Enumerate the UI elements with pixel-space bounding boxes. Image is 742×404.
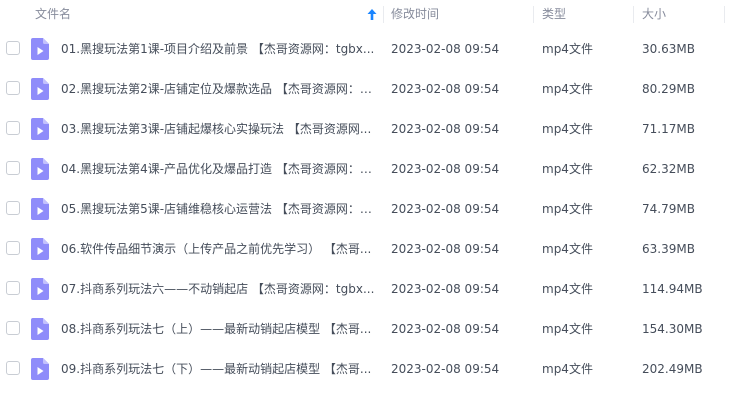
file-modified-time: 2023-02-08 09:54 xyxy=(391,202,500,216)
arrow-up-icon[interactable] xyxy=(367,9,377,20)
file-name[interactable]: 07.抖商系列玩法六——不动销起店 【杰哥资源网：tgbx... xyxy=(61,269,375,309)
file-type: mp4文件 xyxy=(542,202,593,216)
table-row[interactable]: 02.黑搜玩法第2课-店铺定位及爆款选品 【杰哥资源网：t... 2023-02-… xyxy=(0,69,742,109)
row-checkbox[interactable] xyxy=(6,121,20,135)
file-modified-time: 2023-02-08 09:54 xyxy=(391,162,500,176)
file-name[interactable]: 08.抖商系列玩法七（上）——最新动销起店模型 【杰哥... xyxy=(61,309,375,349)
file-name[interactable]: 02.黑搜玩法第2课-店铺定位及爆款选品 【杰哥资源网：t... xyxy=(61,69,375,109)
file-type: mp4文件 xyxy=(542,242,593,256)
row-checkbox[interactable] xyxy=(6,281,20,295)
file-type: mp4文件 xyxy=(542,322,593,336)
file-modified-time: 2023-02-08 09:54 xyxy=(391,282,500,296)
file-size: 74.79MB xyxy=(642,202,695,216)
file-type: mp4文件 xyxy=(542,282,593,296)
video-file-icon xyxy=(31,318,49,340)
row-checkbox[interactable] xyxy=(6,41,20,55)
video-file-icon xyxy=(31,198,49,220)
column-header-size[interactable]: 大小 xyxy=(642,0,666,29)
file-type: mp4文件 xyxy=(542,122,593,136)
row-checkbox[interactable] xyxy=(6,161,20,175)
column-divider[interactable] xyxy=(383,6,384,23)
file-name[interactable]: 09.抖商系列玩法七（下）——最新动销起店模型 【杰哥... xyxy=(61,349,375,389)
file-name[interactable]: 03.黑搜玩法第3课-店铺起爆核心实操玩法 【杰哥资源网... xyxy=(61,109,375,149)
file-modified-time: 2023-02-08 09:54 xyxy=(391,82,500,96)
file-modified-time: 2023-02-08 09:54 xyxy=(391,242,500,256)
row-checkbox[interactable] xyxy=(6,241,20,255)
row-checkbox[interactable] xyxy=(6,361,20,375)
file-modified-time: 2023-02-08 09:54 xyxy=(391,42,500,56)
file-size: 154.30MB xyxy=(642,322,703,336)
file-type: mp4文件 xyxy=(542,82,593,96)
row-checkbox[interactable] xyxy=(6,321,20,335)
column-divider[interactable] xyxy=(533,6,534,23)
column-header-name[interactable]: 文件名 xyxy=(35,0,71,29)
file-size: 62.32MB xyxy=(642,162,695,176)
column-header-modified[interactable]: 修改时间 xyxy=(391,0,439,29)
file-size: 30.63MB xyxy=(642,42,695,56)
file-name[interactable]: 01.黑搜玩法第1课-项目介绍及前景 【杰哥资源网：tgbx... xyxy=(61,29,375,69)
file-list-header: 文件名 修改时间 类型 大小 xyxy=(0,0,742,29)
file-size: 114.94MB xyxy=(642,282,703,296)
table-row[interactable]: 07.抖商系列玩法六——不动销起店 【杰哥资源网：tgbx... 2023-02-… xyxy=(0,269,742,309)
table-row[interactable]: 09.抖商系列玩法七（下）——最新动销起店模型 【杰哥... 2023-02-08… xyxy=(0,349,742,389)
video-file-icon xyxy=(31,158,49,180)
file-name[interactable]: 04.黑搜玩法第4课-产品优化及爆品打造 【杰哥资源网：t... xyxy=(61,149,375,189)
table-row[interactable]: 01.黑搜玩法第1课-项目介绍及前景 【杰哥资源网：tgbx... 2023-02… xyxy=(0,29,742,69)
video-file-icon xyxy=(31,118,49,140)
column-divider[interactable] xyxy=(724,6,725,23)
file-size: 71.17MB xyxy=(642,122,695,136)
file-size: 63.39MB xyxy=(642,242,695,256)
table-row[interactable]: 03.黑搜玩法第3课-店铺起爆核心实操玩法 【杰哥资源网... 2023-02-0… xyxy=(0,109,742,149)
table-row[interactable]: 04.黑搜玩法第4课-产品优化及爆品打造 【杰哥资源网：t... 2023-02-… xyxy=(0,149,742,189)
file-modified-time: 2023-02-08 09:54 xyxy=(391,122,500,136)
file-name[interactable]: 06.软件传品细节演示（上传产品之前优先学习） 【杰哥... xyxy=(61,229,375,269)
file-type: mp4文件 xyxy=(542,162,593,176)
video-file-icon xyxy=(31,38,49,60)
video-file-icon xyxy=(31,78,49,100)
video-file-icon xyxy=(31,358,49,380)
file-modified-time: 2023-02-08 09:54 xyxy=(391,362,500,376)
column-divider[interactable] xyxy=(633,6,634,23)
file-size: 80.29MB xyxy=(642,82,695,96)
table-row[interactable]: 05.黑搜玩法第5课-店铺维稳核心运营法 【杰哥资源网：t... 2023-02-… xyxy=(0,189,742,229)
table-row[interactable]: 06.软件传品细节演示（上传产品之前优先学习） 【杰哥... 2023-02-08… xyxy=(0,229,742,269)
file-size: 202.49MB xyxy=(642,362,703,376)
table-row[interactable]: 08.抖商系列玩法七（上）——最新动销起店模型 【杰哥... 2023-02-08… xyxy=(0,309,742,349)
row-checkbox[interactable] xyxy=(6,201,20,215)
video-file-icon xyxy=(31,278,49,300)
file-name[interactable]: 05.黑搜玩法第5课-店铺维稳核心运营法 【杰哥资源网：t... xyxy=(61,189,375,229)
file-type: mp4文件 xyxy=(542,362,593,376)
file-modified-time: 2023-02-08 09:54 xyxy=(391,322,500,336)
column-header-type[interactable]: 类型 xyxy=(542,0,566,29)
video-file-icon xyxy=(31,238,49,260)
row-checkbox[interactable] xyxy=(6,81,20,95)
file-type: mp4文件 xyxy=(542,42,593,56)
